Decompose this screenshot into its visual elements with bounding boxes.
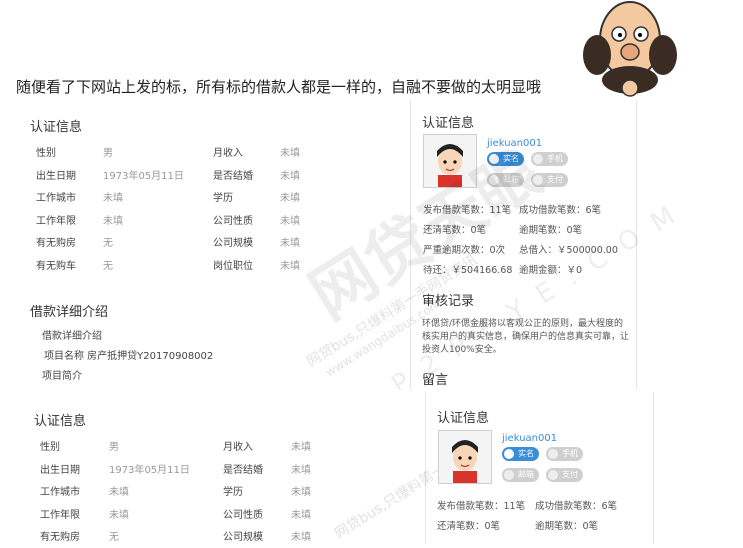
mail-icon xyxy=(489,175,499,185)
card-icon xyxy=(548,470,558,480)
field-value: 未填 xyxy=(103,215,123,227)
review-record-title: 审核记录 xyxy=(422,294,475,309)
field-label-2: 月收入 xyxy=(213,148,243,159)
review-record-text: 环偲贷/环偲金服将以客观公正的原则，最大程度的核实用户的真实信息，确保用户的信息… xyxy=(422,319,630,355)
field-label: 有无购房 xyxy=(36,238,76,249)
user-avatar xyxy=(423,134,477,188)
card-icon xyxy=(533,175,543,185)
stat-item: 成功借款笔数：6笔 xyxy=(519,205,602,216)
stat-item: 发布借款笔数：11笔 xyxy=(423,205,512,216)
avatar-icon xyxy=(437,144,463,187)
field-value: 未填 xyxy=(109,509,129,521)
field-value: 男 xyxy=(109,442,119,453)
badge-email-2: 邮箱 xyxy=(502,468,539,482)
user-icon xyxy=(489,154,499,164)
field-label-2: 公司性质 xyxy=(213,215,253,227)
panel-divider xyxy=(425,392,426,544)
stat-item: 待还：￥504166.68 xyxy=(423,265,513,276)
field-value-2: 未填 xyxy=(291,487,311,498)
field-label-2: 学历 xyxy=(223,487,243,498)
field-label: 性别 xyxy=(40,442,60,453)
message-title: 留言 xyxy=(422,373,449,388)
field-label-2: 公司规模 xyxy=(213,238,253,249)
loan-detail-title: 借款详细介绍 xyxy=(30,305,109,320)
field-value-2: 未填 xyxy=(280,260,300,272)
stat-item: 成功借款笔数：6笔 xyxy=(535,501,618,512)
field-label-2: 是否结婚 xyxy=(223,464,263,476)
stat-item: 逾期笔数：0笔 xyxy=(535,521,599,532)
field-label-2: 公司规模 xyxy=(223,532,263,543)
field-value-2: 未填 xyxy=(291,532,311,543)
field-value: 1973年05月11日 xyxy=(109,464,190,476)
field-value-2: 未填 xyxy=(291,464,311,476)
field-value: 1973年05月11日 xyxy=(103,170,184,182)
field-value-2: 未填 xyxy=(280,170,300,182)
stat-item: 严重逾期次数：0次 xyxy=(423,245,506,256)
field-label-2: 公司性质 xyxy=(223,509,263,521)
field-value-2: 未填 xyxy=(291,509,311,521)
field-value-2: 未填 xyxy=(280,238,300,249)
badge-phone: 手机 xyxy=(531,152,568,166)
stat-item: 还清笔数：0笔 xyxy=(437,521,501,532)
field-label: 性别 xyxy=(36,148,56,159)
badge-phone-2: 手机 xyxy=(546,447,583,461)
field-value: 未填 xyxy=(109,487,129,498)
username-link-2[interactable]: jiekuan001 xyxy=(502,433,557,444)
avatar-icon xyxy=(452,440,478,483)
field-label: 工作年限 xyxy=(36,215,76,227)
panel-divider xyxy=(636,100,637,390)
stat-item: 还清笔数：0笔 xyxy=(423,225,487,236)
field-value: 男 xyxy=(103,148,113,159)
field-value-2: 未填 xyxy=(280,193,300,204)
field-label: 出生日期 xyxy=(36,170,76,182)
panel-divider xyxy=(653,392,654,544)
stat-item: 逾期笔数：0笔 xyxy=(519,225,583,236)
side-auth-title: 认证信息 xyxy=(422,116,475,131)
auth-info-title-2: 认证信息 xyxy=(34,414,87,429)
stat-item: 总借入：￥500000.00 xyxy=(519,245,618,256)
caption-text: 随便看了下网站上发的标，所有标的借款人都是一样的，自融不要做的太明显哦 xyxy=(16,78,542,96)
badge-realname: 实名 xyxy=(487,152,524,166)
phone-icon xyxy=(533,154,543,164)
field-label: 有无购房 xyxy=(40,532,80,543)
panel-divider xyxy=(410,100,411,390)
badge-payment: 支付 xyxy=(531,173,568,187)
field-label: 工作城市 xyxy=(40,487,80,498)
field-value-2: 未填 xyxy=(291,442,311,453)
field-label: 有无购车 xyxy=(36,260,76,272)
loan-detail-subtitle: 借款详细介绍 xyxy=(42,331,102,342)
field-value-2: 未填 xyxy=(280,148,300,159)
stat-item: 发布借款笔数：11笔 xyxy=(437,501,526,512)
field-label-2: 月收入 xyxy=(223,442,253,453)
user-icon xyxy=(504,449,514,459)
field-label: 出生日期 xyxy=(40,464,80,476)
stat-item: 逾期金额：￥0 xyxy=(519,265,583,276)
project-name: 项目名称 房产抵押贷Y20170908002 xyxy=(44,351,214,362)
phone-icon xyxy=(548,449,558,459)
badge-payment-2: 支付 xyxy=(546,468,583,482)
user-avatar-2 xyxy=(438,430,492,484)
auth-info-title: 认证信息 xyxy=(30,120,83,135)
field-value: 未填 xyxy=(103,193,123,204)
field-label: 工作年限 xyxy=(40,509,80,521)
field-label: 工作城市 xyxy=(36,193,76,204)
username-link[interactable]: jiekuan001 xyxy=(487,138,542,149)
field-value-2: 未填 xyxy=(280,215,300,227)
field-label-2: 是否结婚 xyxy=(213,170,253,182)
field-value: 无 xyxy=(109,532,119,543)
project-intro: 项目简介 xyxy=(42,371,82,382)
mascot-illustration xyxy=(583,1,677,97)
field-label-2: 学历 xyxy=(213,193,233,204)
badge-realname-2: 实名 xyxy=(502,447,539,461)
field-label-2: 岗位职位 xyxy=(213,260,253,272)
mail-icon xyxy=(504,470,514,480)
badge-email: 邮箱 xyxy=(487,173,524,187)
side-auth-title-2: 认证信息 xyxy=(437,411,490,426)
field-value: 无 xyxy=(103,260,113,272)
field-value: 无 xyxy=(103,238,113,249)
